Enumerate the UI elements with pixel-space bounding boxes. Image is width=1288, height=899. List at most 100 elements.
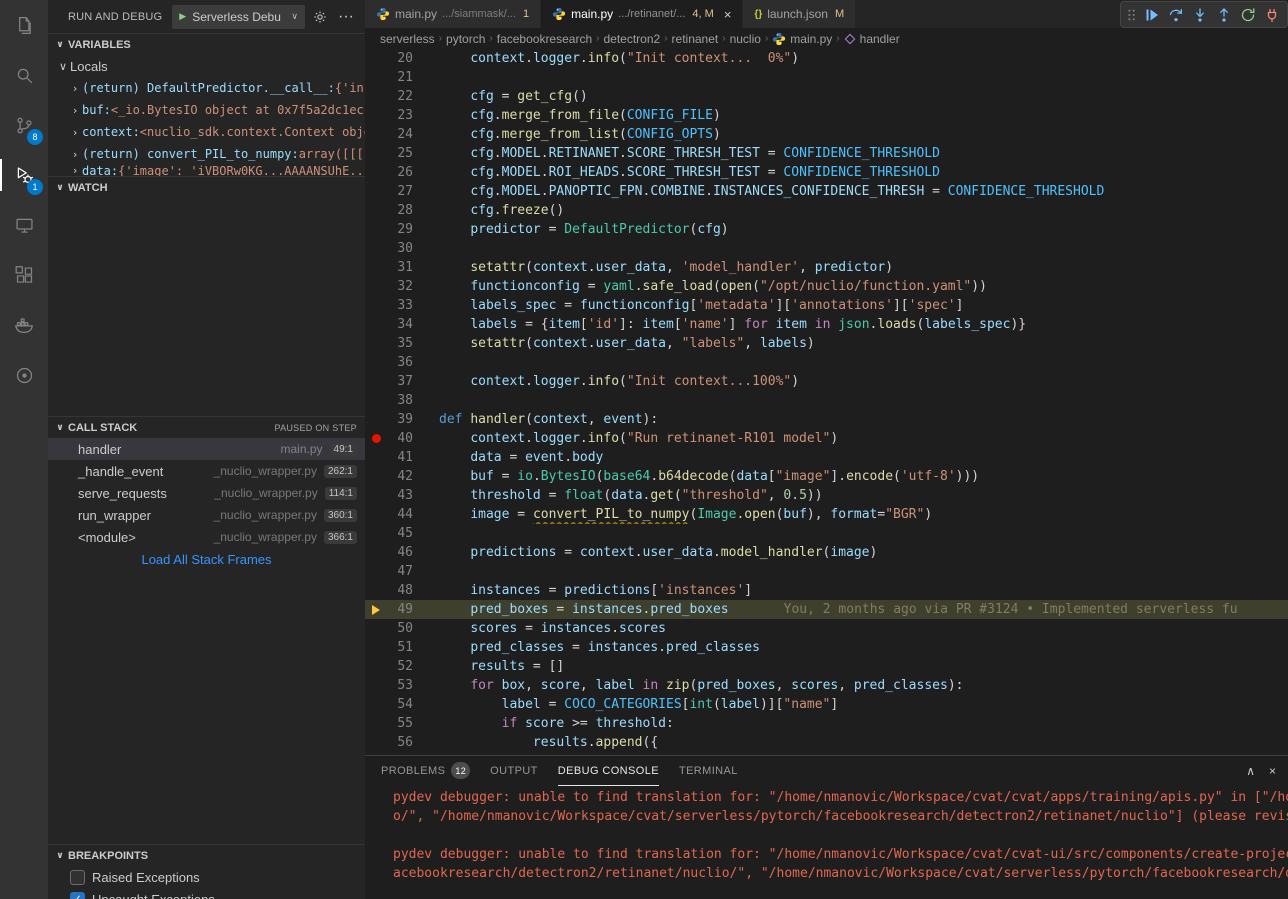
glyph-margin[interactable] [365, 434, 387, 443]
gear-icon[interactable] [309, 6, 331, 28]
activity-item-run-and-debug[interactable]: 1 [0, 150, 48, 200]
code-line[interactable]: 47 [365, 562, 1288, 581]
code-line[interactable]: 42 buf = io.BytesIO(base64.b64decode(dat… [365, 467, 1288, 486]
breadcrumb-item[interactable]: handler [844, 32, 900, 46]
code-line[interactable]: 22 cfg = get_cfg() [365, 87, 1288, 106]
breakpoint-row[interactable]: ✓Uncaught Exceptions [48, 888, 365, 899]
code-line[interactable]: 23 cfg.merge_from_file(CONFIG_FILE) [365, 106, 1288, 125]
breakpoint-icon[interactable] [372, 434, 381, 443]
maximize-panel-icon[interactable]: ∧ [1246, 764, 1255, 778]
chevron-collapsed-icon[interactable]: › [68, 104, 82, 117]
activity-item-remote-explorer[interactable] [0, 200, 48, 250]
code-line[interactable]: 46 predictions = context.user_data.model… [365, 543, 1288, 562]
code-line[interactable]: 34 labels = {item['id']: item['name'] fo… [365, 315, 1288, 334]
code-line[interactable]: 24 cfg.merge_from_list(CONFIG_OPTS) [365, 125, 1288, 144]
code-line[interactable]: 51 pred_classes = instances.pred_classes [365, 638, 1288, 657]
code-line[interactable]: 43 threshold = float(data.get("threshold… [365, 486, 1288, 505]
editor-tab-main-py-siammask[interactable]: main.py.../siammask/...1 [365, 0, 541, 28]
panel-tab-problems[interactable]: PROBLEMS12 [381, 756, 470, 786]
code-line[interactable]: 49 pred_boxes = instances.pred_boxesYou,… [365, 600, 1288, 619]
code-editor[interactable]: 20 context.logger.info("Init context... … [365, 49, 1288, 755]
call-stack-section-header[interactable]: ∨ CALL STACK PAUSED ON STEP [48, 416, 365, 438]
toolbar-drag-handle[interactable] [1124, 3, 1140, 27]
code-line[interactable]: 31 setattr(context.user_data, 'model_han… [365, 258, 1288, 277]
code-line[interactable]: 39def handler(context, event): [365, 410, 1288, 429]
code-line[interactable]: 33 labels_spec = functionconfig['metadat… [365, 296, 1288, 315]
watch-section-header[interactable]: ∨ WATCH [48, 176, 365, 198]
chevron-collapsed-icon[interactable]: › [68, 126, 82, 139]
code-line[interactable]: 53 for box, score, label in zip(pred_box… [365, 676, 1288, 695]
code-line[interactable]: 27 cfg.MODEL.PANOPTIC_FPN.COMBINE.INSTAN… [365, 182, 1288, 201]
stack-frame-row[interactable]: <module>_nuclio_wrapper.py366:1 [48, 526, 365, 548]
breadcrumb-item[interactable]: detectron2 [603, 32, 660, 46]
stack-frame-row[interactable]: handlermain.py49:1 [48, 438, 365, 460]
activity-item-misc-tool[interactable] [0, 350, 48, 400]
breadcrumb-item[interactable]: pytorch [446, 32, 485, 46]
panel-tab-debug-console[interactable]: DEBUG CONSOLE [558, 756, 659, 786]
debug-console-output[interactable]: pydev debugger: unable to find translati… [393, 788, 1288, 899]
editor-tab-launch-json[interactable]: {}launch.jsonM [743, 0, 856, 28]
close-icon[interactable]: × [724, 7, 732, 22]
stack-frame-row[interactable]: _handle_event_nuclio_wrapper.py262:1 [48, 460, 365, 482]
code-line[interactable]: 30 [365, 239, 1288, 258]
code-line[interactable]: 35 setattr(context.user_data, "labels", … [365, 334, 1288, 353]
code-line[interactable]: 55 if score >= threshold: [365, 714, 1288, 733]
code-line[interactable]: 37 context.logger.info("Init context...1… [365, 372, 1288, 391]
variables-section-header[interactable]: ∨ VARIABLES [48, 33, 365, 55]
breadcrumb-item[interactable]: facebookresearch [497, 32, 592, 46]
code-line[interactable]: 52 results = [] [365, 657, 1288, 676]
panel-tab-terminal[interactable]: TERMINAL [679, 756, 738, 786]
activity-item-search[interactable] [0, 50, 48, 100]
editor-tab-main-py-retinanet[interactable]: main.py.../retinanet/...4, M× [541, 0, 743, 28]
code-line[interactable]: 32 functionconfig = yaml.safe_load(open(… [365, 277, 1288, 296]
activity-item-docker[interactable] [0, 300, 48, 350]
stack-frame-row[interactable]: run_wrapper_nuclio_wrapper.py360:1 [48, 504, 365, 526]
code-line[interactable]: 21 [365, 68, 1288, 87]
code-line[interactable]: 54 label = COCO_CATEGORIES[int(label)]["… [365, 695, 1288, 714]
variable-row[interactable]: ›context: <nuclio_sdk.context.Context ob… [48, 121, 365, 143]
code-line[interactable]: 44 image = convert_PIL_to_numpy(Image.op… [365, 505, 1288, 524]
step-over-button[interactable] [1164, 3, 1188, 27]
chevron-collapsed-icon[interactable]: › [68, 165, 82, 176]
continue-button[interactable] [1140, 3, 1164, 27]
step-into-button[interactable] [1188, 3, 1212, 27]
chevron-collapsed-icon[interactable]: › [68, 82, 82, 95]
code-line[interactable]: 48 instances = predictions['instances'] [365, 581, 1288, 600]
code-line[interactable]: 25 cfg.MODEL.RETINANET.SCORE_THRESH_TEST… [365, 144, 1288, 163]
load-all-stack-frames-link[interactable]: Load All Stack Frames [141, 552, 271, 567]
glyph-margin[interactable] [365, 605, 387, 615]
breadcrumb-item[interactable]: nuclio [730, 32, 761, 46]
breadcrumb-item[interactable]: serverless [380, 32, 435, 46]
chevron-collapsed-icon[interactable]: › [68, 148, 82, 161]
panel-tab-output[interactable]: OUTPUT [490, 756, 538, 786]
code-line[interactable]: 20 context.logger.info("Init context... … [365, 49, 1288, 68]
activity-item-extensions[interactable] [0, 250, 48, 300]
code-line[interactable]: 56 results.append({ [365, 733, 1288, 752]
code-line[interactable]: 38 [365, 391, 1288, 410]
breakpoint-row[interactable]: Raised Exceptions [48, 866, 365, 888]
code-line[interactable]: 29 predictor = DefaultPredictor(cfg) [365, 220, 1288, 239]
variable-row[interactable]: ›(return) convert_PIL_to_numpy: array([[… [48, 143, 365, 165]
more-actions-icon[interactable]: ··· [335, 6, 357, 28]
code-line[interactable]: 45 [365, 524, 1288, 543]
code-line[interactable]: 40 context.logger.info("Run retinanet-R1… [365, 429, 1288, 448]
start-debugging-icon[interactable]: ▶ [179, 11, 186, 22]
code-line[interactable]: 36 [365, 353, 1288, 372]
variable-row[interactable]: ›buf: <_io.BytesIO object at 0x7f5a2dc1e… [48, 99, 365, 121]
activity-item-source-control[interactable]: 8 [0, 100, 48, 150]
checkbox[interactable]: ✓ [70, 892, 85, 899]
variable-row[interactable]: ›(return) DefaultPredictor.__call__: {'i… [48, 77, 365, 99]
step-out-button[interactable] [1212, 3, 1236, 27]
restart-button[interactable] [1236, 3, 1260, 27]
code-line[interactable]: 41 data = event.body [365, 448, 1288, 467]
disconnect-button[interactable] [1260, 3, 1284, 27]
breadcrumb-item[interactable]: retinanet [672, 32, 719, 46]
breakpoints-section-header[interactable]: ∨ BREAKPOINTS [48, 844, 365, 866]
variables-scope-locals[interactable]: ∨ Locals [48, 55, 365, 77]
launch-config-dropdown[interactable]: ▶ Serverless Debu ∨ [172, 5, 305, 29]
variable-row[interactable]: ›data: {'image': 'iVBORw0KG...AAAANSUhE.… [48, 165, 365, 176]
close-panel-icon[interactable]: × [1269, 764, 1276, 778]
activity-item-explorer[interactable] [0, 0, 48, 50]
stack-frame-row[interactable]: serve_requests_nuclio_wrapper.py114:1 [48, 482, 365, 504]
breadcrumb-item[interactable]: main.py [772, 32, 832, 46]
